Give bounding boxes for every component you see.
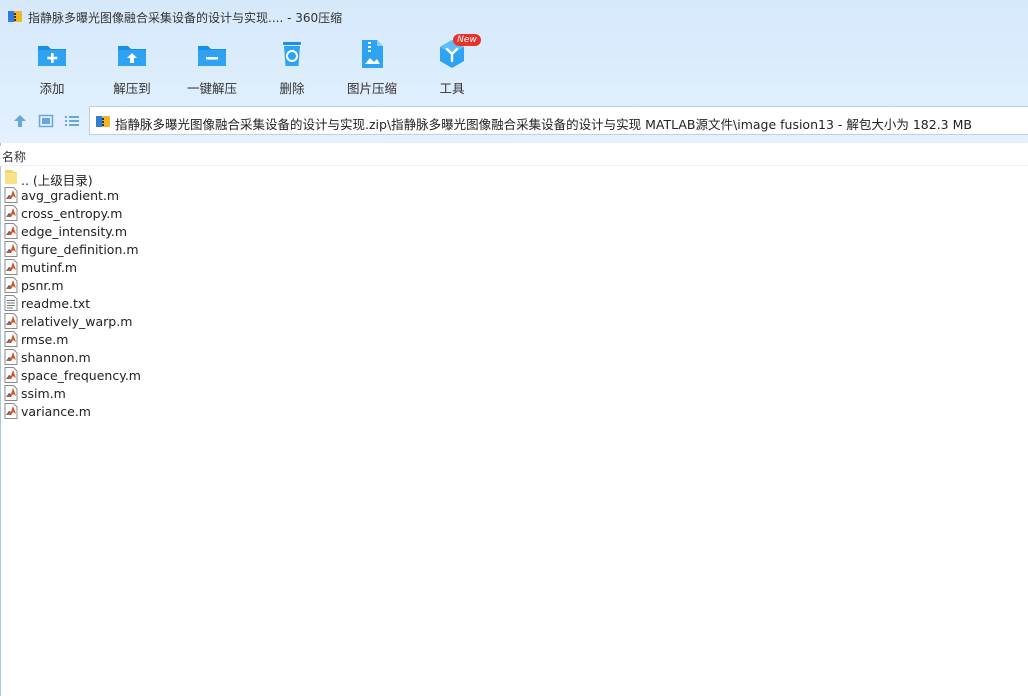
file-name: shannon.m	[21, 350, 91, 365]
column-header: 名称	[0, 146, 1028, 166]
file-name: rmse.m	[21, 332, 69, 347]
matlab-file-icon	[4, 331, 18, 347]
file-row[interactable]: shannon.m	[3, 348, 603, 366]
matlab-file-icon	[4, 259, 18, 275]
file-row[interactable]: space_frequency.m	[3, 366, 603, 384]
new-badge: New	[453, 34, 481, 46]
file-row[interactable]: relatively_warp.m	[3, 312, 603, 330]
matlab-file-icon	[4, 187, 18, 203]
file-row[interactable]: ssim.m	[3, 384, 603, 402]
file-row[interactable]: cross_entropy.m	[3, 204, 603, 222]
matlab-file-icon	[4, 223, 18, 239]
parent-directory-row[interactable]: .. (上级目录)	[3, 168, 603, 188]
extract-to-label: 解压到	[113, 81, 151, 96]
add-button[interactable]: 添加	[12, 34, 92, 96]
thumbnail-view-icon[interactable]	[38, 113, 54, 129]
add-icon	[38, 46, 66, 66]
matlab-file-icon	[4, 349, 18, 365]
file-name: space_frequency.m	[21, 368, 141, 383]
window-title: 指静脉多曝光图像融合采集设备的设计与实现.... - 360压缩	[28, 11, 343, 25]
matlab-file-icon	[4, 367, 18, 383]
path-bar[interactable]: 指静脉多曝光图像融合采集设备的设计与实现.zip\指静脉多曝光图像融合采集设备的…	[89, 106, 1028, 135]
matlab-file-icon	[4, 313, 18, 329]
extract-to-icon	[118, 46, 146, 66]
image-compress-button[interactable]: 图片压缩	[332, 34, 412, 96]
delete-button[interactable]: 删除	[252, 34, 332, 96]
file-row[interactable]: psnr.m	[3, 276, 603, 294]
header-area: 指静脉多曝光图像融合采集设备的设计与实现.... - 360压缩 添加 解压到	[0, 0, 1028, 143]
tools-label: 工具	[439, 81, 465, 96]
folder-icon	[5, 170, 17, 184]
path-text: 指静脉多曝光图像融合采集设备的设计与实现.zip\指静脉多曝光图像融合采集设备的…	[115, 117, 972, 132]
matlab-file-icon	[4, 241, 18, 257]
left-border	[0, 143, 1, 696]
extract-to-button[interactable]: 解压到	[92, 34, 172, 96]
file-row[interactable]: rmse.m	[3, 330, 603, 348]
one-click-extract-label: 一键解压	[186, 81, 237, 96]
file-row[interactable]: variance.m	[3, 402, 603, 420]
file-name: edge_intensity.m	[21, 224, 128, 239]
matlab-file-icon	[4, 205, 18, 221]
delete-label: 删除	[279, 81, 305, 96]
add-label: 添加	[39, 81, 65, 96]
matlab-file-icon	[4, 385, 18, 401]
delete-icon	[283, 42, 301, 66]
file-list: .. (上级目录) avg_gradient.m cross_entropy.me…	[3, 168, 603, 420]
file-row[interactable]: mutinf.m	[3, 258, 603, 276]
file-row[interactable]: figure_definition.m	[3, 240, 603, 258]
list-view-icon[interactable]	[64, 113, 80, 129]
archive-app-icon	[8, 11, 22, 22]
matlab-file-icon	[4, 403, 18, 419]
file-name: psnr.m	[21, 278, 64, 293]
image-compress-label: 图片压缩	[346, 81, 397, 96]
archive-icon	[96, 116, 110, 127]
file-name: readme.txt	[21, 296, 91, 311]
file-name: avg_gradient.m	[21, 188, 120, 203]
toolbar: 添加 解压到 一键解压 删除 图片压缩 工具 New	[0, 34, 600, 98]
title-bar: 指静脉多曝光图像融合采集设备的设计与实现.... - 360压缩	[0, 0, 1028, 32]
up-arrow-icon[interactable]	[12, 113, 28, 129]
file-name: figure_definition.m	[21, 242, 139, 257]
file-row[interactable]: readme.txt	[3, 294, 603, 312]
image-compress-icon	[362, 40, 383, 68]
file-name: relatively_warp.m	[21, 314, 133, 329]
file-row[interactable]: avg_gradient.m	[3, 186, 603, 204]
navigation-bar: 指静脉多曝光图像融合采集设备的设计与实现.zip\指静脉多曝光图像融合采集设备的…	[0, 106, 1028, 136]
file-name: variance.m	[21, 404, 91, 419]
text-file-icon	[4, 295, 18, 311]
column-name-header[interactable]: 名称	[2, 148, 26, 165]
file-name: ssim.m	[21, 386, 66, 401]
file-row[interactable]: edge_intensity.m	[3, 222, 603, 240]
one-click-extract-icon	[198, 46, 226, 66]
file-name: cross_entropy.m	[21, 206, 123, 221]
matlab-file-icon	[4, 277, 18, 293]
one-click-extract-button[interactable]: 一键解压	[172, 34, 252, 96]
file-name: mutinf.m	[21, 260, 78, 275]
